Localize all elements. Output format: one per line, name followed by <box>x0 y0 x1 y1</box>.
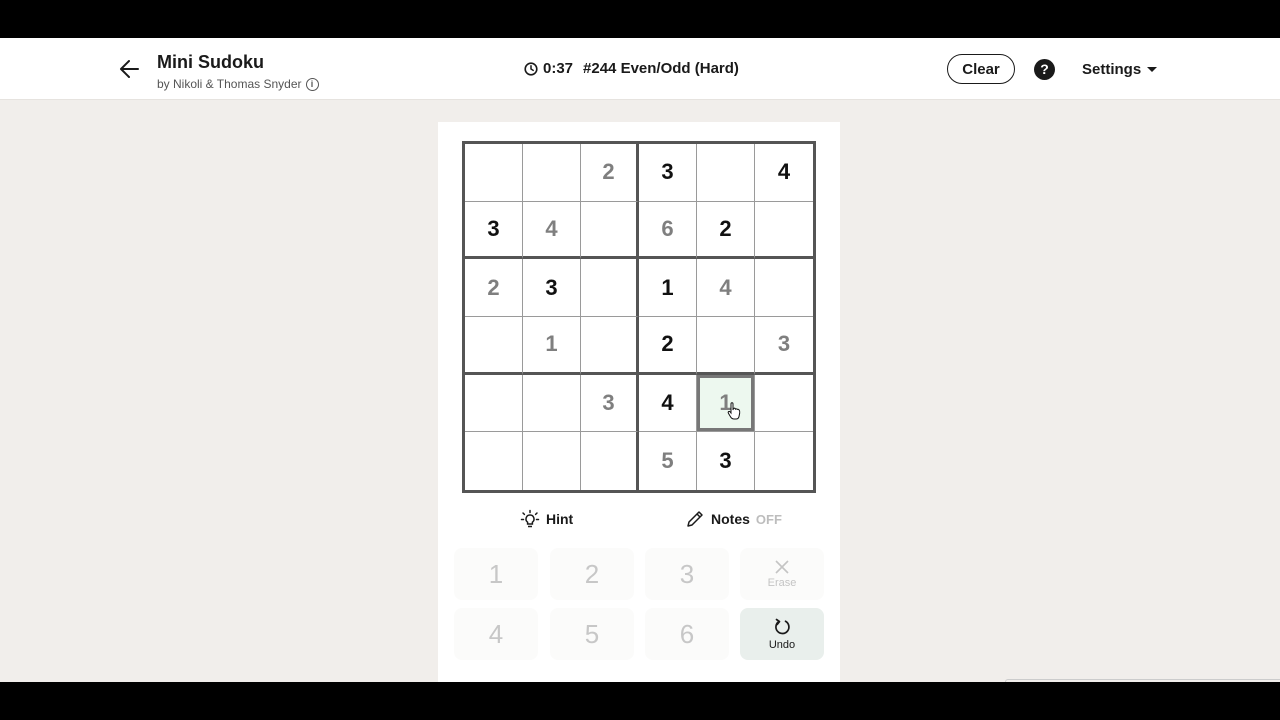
grid-cell-r3c4[interactable]: 1 <box>639 259 697 317</box>
grid-cell-r1c1[interactable] <box>465 144 523 202</box>
digit-button-5[interactable]: 5 <box>550 608 634 660</box>
grid-cell-r3c3[interactable] <box>581 259 639 317</box>
grid-cell-r3c5[interactable]: 4 <box>697 259 755 317</box>
grid-cell-r2c6[interactable] <box>755 202 813 260</box>
info-icon[interactable]: i <box>305 77 319 91</box>
settings-menu[interactable]: Settings <box>1082 61 1158 78</box>
grid-cell-r4c6[interactable]: 3 <box>755 317 813 375</box>
notes-label: Notes <box>711 511 750 527</box>
chevron-down-icon <box>1147 67 1158 72</box>
grid-cell-r2c2[interactable]: 4 <box>523 201 581 260</box>
settings-label: Settings <box>1082 61 1142 78</box>
grid-cell-r6c4[interactable]: 5 <box>639 432 697 490</box>
game-title: Mini Sudoku <box>157 52 264 72</box>
grid-cell-r1c6[interactable]: 4 <box>755 144 813 202</box>
grid-cell-r3c6[interactable] <box>755 259 813 317</box>
clear-button[interactable]: Clear <box>947 54 1015 84</box>
grid-cell-r6c3[interactable] <box>581 432 639 490</box>
hand-pointer-icon <box>727 402 741 420</box>
grid-cell-r2c1[interactable]: 3 <box>465 201 523 260</box>
clock-icon <box>524 61 538 76</box>
game-panel: 2343462231412334153 Hint Notes OFF 1 2 3 <box>438 122 840 682</box>
grid-cell-r5c6[interactable] <box>755 375 813 433</box>
grid-cell-r3c2[interactable]: 3 <box>523 259 581 317</box>
digit-button-6[interactable]: 6 <box>645 608 729 660</box>
grid-cell-r6c2[interactable] <box>523 432 581 490</box>
digit-button-4[interactable]: 4 <box>454 608 538 660</box>
grid-cell-r4c5[interactable] <box>697 317 755 375</box>
byline-text: by Nikoli & Thomas Snyder <box>157 77 302 91</box>
erase-label: Erase <box>767 577 797 589</box>
digit-button-3[interactable]: 3 <box>645 548 729 600</box>
notes-state: OFF <box>755 511 782 527</box>
grid-cell-r4c2[interactable]: 1 <box>523 317 581 375</box>
grid-cell-r2c3[interactable] <box>581 201 639 260</box>
pencil-icon <box>687 511 703 527</box>
number-pad: 1 2 3 Erase 4 5 6 Undo <box>454 548 826 672</box>
digit-button-1[interactable]: 1 <box>454 548 538 600</box>
grid-cell-r5c3[interactable]: 3 <box>581 374 639 433</box>
grid-cell-r2c4[interactable]: 6 <box>639 201 697 260</box>
hint-label: Hint <box>546 511 574 527</box>
grid-cell-r1c4[interactable]: 3 <box>639 144 697 202</box>
grid-cell-r4c4[interactable]: 2 <box>639 317 697 375</box>
grid-cell-r5c1[interactable] <box>465 374 523 433</box>
timer: 0:37 <box>543 60 574 77</box>
grid-cell-r1c5[interactable] <box>697 144 755 202</box>
grid-cell-r1c2[interactable] <box>523 144 581 202</box>
grid-cell-r1c3[interactable]: 2 <box>581 144 639 202</box>
back-arrow-icon[interactable] <box>116 56 144 82</box>
window-edge <box>1005 679 1280 682</box>
hint-button[interactable]: Hint <box>520 509 573 529</box>
undo-icon <box>775 618 790 635</box>
app-window: Mini Sudoku by Nikoli & Thomas Snyder i … <box>0 38 1280 682</box>
grid-cell-r6c5[interactable]: 3 <box>697 432 755 490</box>
byline: by Nikoli & Thomas Snyder i <box>157 77 319 91</box>
lightbulb-icon <box>520 509 540 528</box>
puzzle-label: #244 Even/Odd (Hard) <box>583 60 739 77</box>
grid-cell-r4c1[interactable] <box>465 317 523 375</box>
puzzle-status: 0:37 #244 Even/Odd (Hard) <box>524 60 739 77</box>
digit-button-2[interactable]: 2 <box>550 548 634 600</box>
undo-button[interactable]: Undo <box>740 608 824 660</box>
grid-cell-r6c1[interactable] <box>465 432 523 490</box>
grid-cell-r3c1[interactable]: 2 <box>465 259 523 317</box>
grid-cell-r6c6[interactable] <box>755 432 813 490</box>
close-icon <box>775 560 789 574</box>
undo-label: Undo <box>768 639 796 651</box>
grid-cell-r5c5[interactable]: 1 <box>697 374 755 433</box>
grid-cell-r5c4[interactable]: 4 <box>639 374 697 433</box>
grid-cell-r5c2[interactable] <box>523 374 581 433</box>
grid-cell-r4c3[interactable] <box>581 317 639 375</box>
sudoku-grid: 2343462231412334153 <box>462 141 816 493</box>
grid-cell-r2c5[interactable]: 2 <box>697 201 755 260</box>
help-icon[interactable]: ? <box>1034 59 1055 80</box>
notes-toggle[interactable]: Notes OFF <box>685 509 782 529</box>
top-bar: Mini Sudoku by Nikoli & Thomas Snyder i … <box>0 38 1280 100</box>
erase-button[interactable]: Erase <box>740 548 824 600</box>
